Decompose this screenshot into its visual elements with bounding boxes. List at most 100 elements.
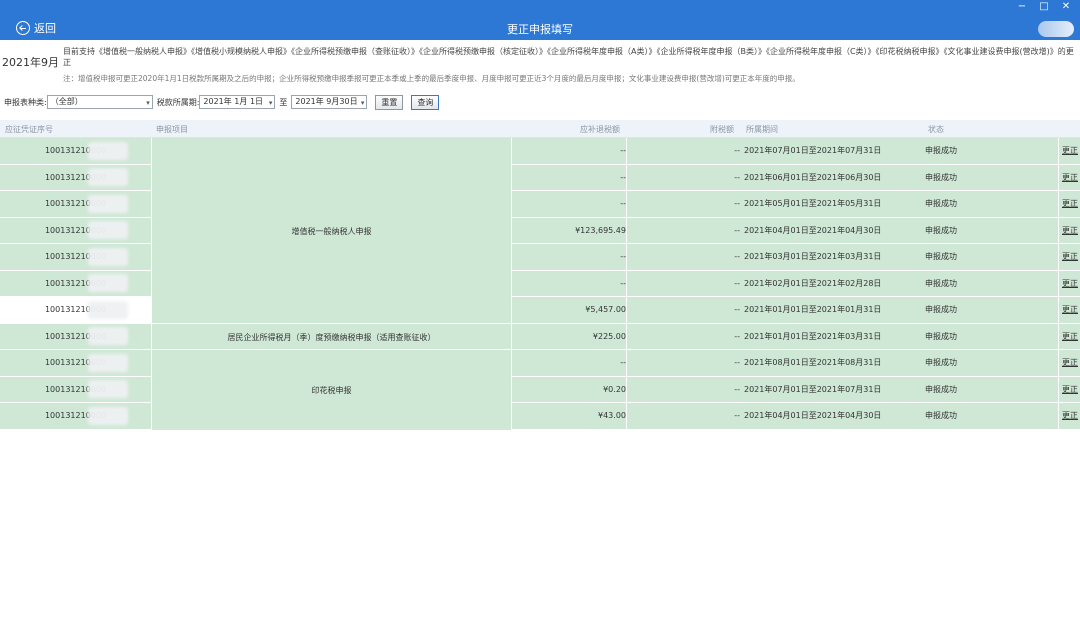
row-period: 2021年07月01日至2021年07月31日 xyxy=(744,384,882,394)
correct-link[interactable]: 更正 xyxy=(1062,218,1080,245)
row-amount: ¥0.20 xyxy=(603,384,626,394)
reset-button[interactable]: 重置 xyxy=(375,94,404,110)
column-header-surtax: 附税额 xyxy=(710,125,734,134)
correct-link[interactable]: 更正 xyxy=(1062,403,1080,430)
row-status: 申报成功 xyxy=(925,278,957,288)
row-surtax: -- xyxy=(734,146,740,155)
row-amount: ¥123,695.49 xyxy=(575,225,626,235)
row-surtax: -- xyxy=(734,225,740,235)
start-date-value: 2021年 1月 1日 xyxy=(203,97,264,106)
row-id: 100131210000 xyxy=(44,199,107,208)
row-id: 100131210000 xyxy=(0,297,151,324)
minimize-icon[interactable]: − xyxy=(1016,1,1028,12)
table-body: 100131210000 -- -- 2021年07月01日至2021年07月3… xyxy=(0,138,1080,430)
row-status: 申报成功 xyxy=(925,384,957,394)
row-surtax: -- xyxy=(734,199,740,208)
row-period: 2021年02月01日至2021年02月28日 xyxy=(744,278,882,288)
column-header-amount: 应补退税额 xyxy=(580,125,620,134)
row-period: 2021年04月01日至2021年04月30日 xyxy=(744,225,882,235)
end-date-picker[interactable]: 2021年 9月30日 ▾ xyxy=(291,95,368,109)
chevron-down-icon: ▾ xyxy=(268,99,273,107)
correct-link[interactable]: 更正 xyxy=(1062,297,1080,324)
redaction-mask xyxy=(88,142,128,160)
row-id: 100131210000 xyxy=(44,358,107,367)
row-surtax: -- xyxy=(734,278,740,288)
row-surtax: -- xyxy=(734,252,740,261)
redaction-mask xyxy=(88,380,128,398)
redaction-mask xyxy=(88,354,128,372)
row-amount: -- xyxy=(620,278,626,288)
column-divider xyxy=(1058,138,1059,430)
row-period: 2021年05月01日至2021年05月31日 xyxy=(744,199,882,208)
row-amount: ¥43.00 xyxy=(598,411,626,420)
correct-link[interactable]: 更正 xyxy=(1062,271,1080,298)
start-date-picker[interactable]: 2021年 1月 1日 ▾ xyxy=(199,95,276,109)
redaction-mask xyxy=(88,327,128,345)
supported-forms-text: 目前支持《增值税一般纳税人申报》《增值税小规模纳税人申报》《企业所得税预缴申报（… xyxy=(63,47,1074,67)
row-status: 申报成功 xyxy=(925,172,957,182)
window-controls: − □ ✕ xyxy=(1016,1,1072,12)
correction-note: 注：增值税申报可更正2020年1月1日税款所属期及之后的申报；企业所得税预缴申报… xyxy=(63,74,800,83)
row-amount: -- xyxy=(620,199,626,208)
maximize-icon[interactable]: □ xyxy=(1038,1,1050,12)
row-period: 2021年01月01日至2021年03月31日 xyxy=(744,331,882,341)
end-date-value: 2021年 9月30日 xyxy=(295,97,358,106)
correct-link[interactable]: 更正 xyxy=(1062,191,1080,218)
row-surtax: -- xyxy=(734,305,740,314)
correct-link[interactable]: 更正 xyxy=(1062,244,1080,271)
redaction-mask xyxy=(88,274,128,292)
row-surtax: -- xyxy=(734,411,740,420)
row-status: 申报成功 xyxy=(925,252,957,261)
row-surtax: -- xyxy=(734,358,740,367)
row-id: 100131210000 xyxy=(44,411,107,420)
group-enterprise-income-tax: 居民企业所得税月（季）度预缴纳税申报（适用查账征收） xyxy=(227,333,436,342)
row-id: 100131210000 xyxy=(44,384,107,394)
chevron-down-icon: ▾ xyxy=(146,99,150,107)
row-surtax: -- xyxy=(734,384,740,394)
row-period: 2021年06月01日至2021年06月30日 xyxy=(744,172,882,182)
query-button[interactable]: 查询 xyxy=(411,94,440,110)
row-surtax: -- xyxy=(734,172,740,182)
row-status: 申报成功 xyxy=(925,225,957,235)
row-period: 2021年01月01日至2021年01月31日 xyxy=(744,305,882,314)
row-id: 100131210000 xyxy=(44,278,107,288)
row-status: 申报成功 xyxy=(925,146,957,155)
row-status: 申报成功 xyxy=(925,331,957,341)
group-vat-general: 增值税一般纳税人申报 xyxy=(291,227,372,236)
row-id: 100131210000 xyxy=(44,172,107,182)
column-header-id: 应征凭证序号 xyxy=(5,125,53,134)
row-status: 申报成功 xyxy=(925,199,957,208)
close-icon[interactable]: ✕ xyxy=(1060,1,1072,12)
table-header: 应征凭证序号 申报项目 应补退税额 附税额 所属期间 状态 xyxy=(0,120,1080,138)
redaction-mask xyxy=(88,248,128,266)
row-amount: -- xyxy=(620,252,626,261)
form-type-select[interactable]: （全部） ▾ xyxy=(46,95,153,109)
correct-link[interactable]: 更正 xyxy=(1062,377,1080,404)
row-amount: ¥225.00 xyxy=(592,331,626,341)
correct-link[interactable]: 更正 xyxy=(1062,350,1080,377)
redaction-mask xyxy=(88,301,128,319)
correct-link[interactable]: 更正 xyxy=(1062,165,1080,192)
date-range-separator: 至 xyxy=(279,97,288,107)
row-surtax: -- xyxy=(734,331,740,341)
current-period: 2021年9月 xyxy=(2,56,59,69)
column-divider xyxy=(626,138,627,430)
redaction-mask xyxy=(88,168,128,186)
filter-bar: 申报表种类: （全部） ▾ 税款所属期: 2021年 1月 1日 ▾ 至 202… xyxy=(4,94,447,110)
chevron-down-icon: ▾ xyxy=(360,99,365,107)
correct-link[interactable]: 更正 xyxy=(1062,138,1080,165)
row-amount: -- xyxy=(620,146,626,155)
title-bar: 返回 更正申报填写 − □ ✕ xyxy=(0,0,1080,40)
row-amount: ¥5,457.00 xyxy=(585,305,626,314)
row-period: 2021年04月01日至2021年04月30日 xyxy=(744,411,882,420)
row-id: 100131210000 xyxy=(44,225,107,235)
row-period: 2021年08月01日至2021年08月31日 xyxy=(744,358,882,367)
row-id: 100131210000 xyxy=(44,146,107,155)
row-period: 2021年03月01日至2021年03月31日 xyxy=(744,252,882,261)
user-avatar[interactable] xyxy=(1038,21,1074,37)
column-header-period: 所属期间 xyxy=(746,125,778,134)
correct-link[interactable]: 更正 xyxy=(1062,324,1080,351)
column-header-status: 状态 xyxy=(928,125,944,134)
row-period: 2021年07月01日至2021年07月31日 xyxy=(744,146,882,155)
window-title: 更正申报填写 xyxy=(507,23,573,36)
